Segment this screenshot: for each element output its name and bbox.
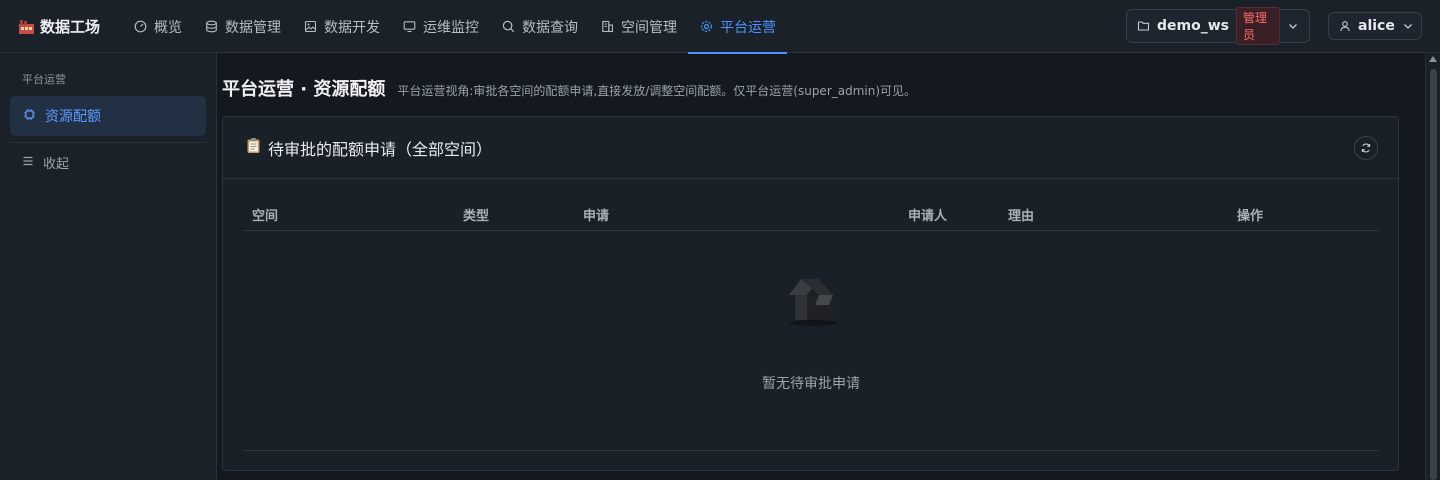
column-header-type[interactable]: 类型 — [463, 205, 489, 224]
chevron-down-icon — [1402, 17, 1414, 36]
factory-icon — [18, 18, 35, 35]
page-header: 平台运营 · 资源配额 平台运营视角:审批各空间的配额申请,直接发放/调整空间配… — [222, 75, 916, 101]
column-header-applicant[interactable]: 申请人 — [908, 205, 947, 224]
nav-platform-ops[interactable]: 平台运营 — [688, 0, 787, 54]
empty-state: 暂无待审批申请 — [243, 231, 1379, 451]
user-menu[interactable]: alice — [1328, 12, 1422, 40]
chevron-down-icon — [1287, 17, 1299, 36]
card-header: 待审批的配额申请（全部空间） — [223, 117, 1398, 179]
scrollbar-thumb[interactable] — [1430, 69, 1437, 480]
user-icon — [1339, 17, 1351, 36]
sidebar-collapse-button[interactable]: 收起 — [22, 153, 69, 172]
column-header-actions[interactable]: 操作 — [1237, 205, 1263, 224]
image-icon — [303, 20, 317, 34]
workspace-name: demo_ws — [1157, 18, 1229, 34]
nav-space-management[interactable]: 空间管理 — [589, 0, 688, 53]
nav-label: 数据查询 — [522, 19, 578, 36]
nav-data-management[interactable]: 数据管理 — [193, 0, 292, 53]
menu-icon — [22, 155, 34, 171]
collapse-label: 收起 — [43, 157, 70, 172]
clipboard-icon — [245, 137, 262, 158]
gear-icon — [699, 20, 713, 34]
empty-state-text: 暂无待审批申请 — [762, 376, 860, 392]
nav-label: 数据开发 — [324, 19, 380, 36]
cpu-icon — [23, 108, 36, 125]
sidebar-divider — [10, 142, 206, 143]
app-logo[interactable]: 数据工场 — [18, 0, 100, 53]
folder-icon — [1137, 17, 1150, 36]
refresh-button[interactable] — [1354, 136, 1378, 160]
column-header-request[interactable]: 申请 — [583, 205, 609, 224]
sidebar-group-label: 平台运营 — [22, 73, 66, 86]
nav-ops-monitoring[interactable]: 运维监控 — [391, 0, 490, 53]
nav-data-development[interactable]: 数据开发 — [292, 0, 391, 53]
sidebar-item-resource-quota[interactable]: 资源配额 — [10, 96, 206, 136]
building-icon — [600, 20, 614, 34]
refresh-icon — [1360, 139, 1372, 158]
sidebar-item-label: 资源配额 — [45, 109, 101, 125]
card-title: 待审批的配额申请（全部空间） — [268, 139, 493, 159]
nav-label: 运维监控 — [423, 19, 479, 36]
user-name: alice — [1358, 18, 1395, 34]
pending-requests-card: 待审批的配额申请（全部空间） 空间 类型 申请 申请人 理由 操作 暂无待审批申… — [222, 116, 1399, 471]
nav-overview[interactable]: 概览 — [122, 0, 193, 53]
top-bar: 数据工场 概览 数据管理 数据开发 运维监控 数据查询 空间管理 平台运营 de… — [0, 0, 1440, 54]
nav-label: 概览 — [154, 19, 182, 36]
column-header-reason[interactable]: 理由 — [1008, 205, 1034, 224]
page-title: 平台运营 · 资源配额 — [222, 79, 386, 100]
role-badge: 管理员 — [1236, 7, 1280, 45]
scroll-up-arrow-icon[interactable] — [1429, 56, 1437, 62]
nav-label: 空间管理 — [621, 19, 677, 36]
nav-data-query[interactable]: 数据查询 — [490, 0, 589, 53]
column-header-space[interactable]: 空间 — [252, 205, 278, 224]
search-icon — [501, 20, 515, 34]
monitor-icon — [402, 20, 416, 34]
page-scrollbar[interactable] — [1425, 53, 1440, 480]
workspace-selector[interactable]: demo_ws 管理员 — [1126, 7, 1310, 45]
page-description: 平台运营视角:审批各空间的配额申请,直接发放/调整空间配额。仅平台运营(supe… — [397, 84, 917, 98]
sidebar: 平台运营 资源配额 收起 — [0, 53, 217, 480]
table-header: 空间 类型 申请 申请人 理由 操作 — [243, 197, 1379, 231]
nav-label: 平台运营 — [720, 19, 776, 36]
gauge-icon — [133, 20, 147, 34]
requests-table: 空间 类型 申请 申请人 理由 操作 暂无待审批申请 — [243, 197, 1379, 451]
empty-box-icon — [783, 273, 841, 329]
database-icon — [204, 20, 218, 34]
main-nav: 概览 数据管理 数据开发 运维监控 数据查询 空间管理 平台运营 — [122, 0, 787, 54]
app-title: 数据工场 — [40, 18, 101, 36]
nav-label: 数据管理 — [225, 19, 281, 36]
